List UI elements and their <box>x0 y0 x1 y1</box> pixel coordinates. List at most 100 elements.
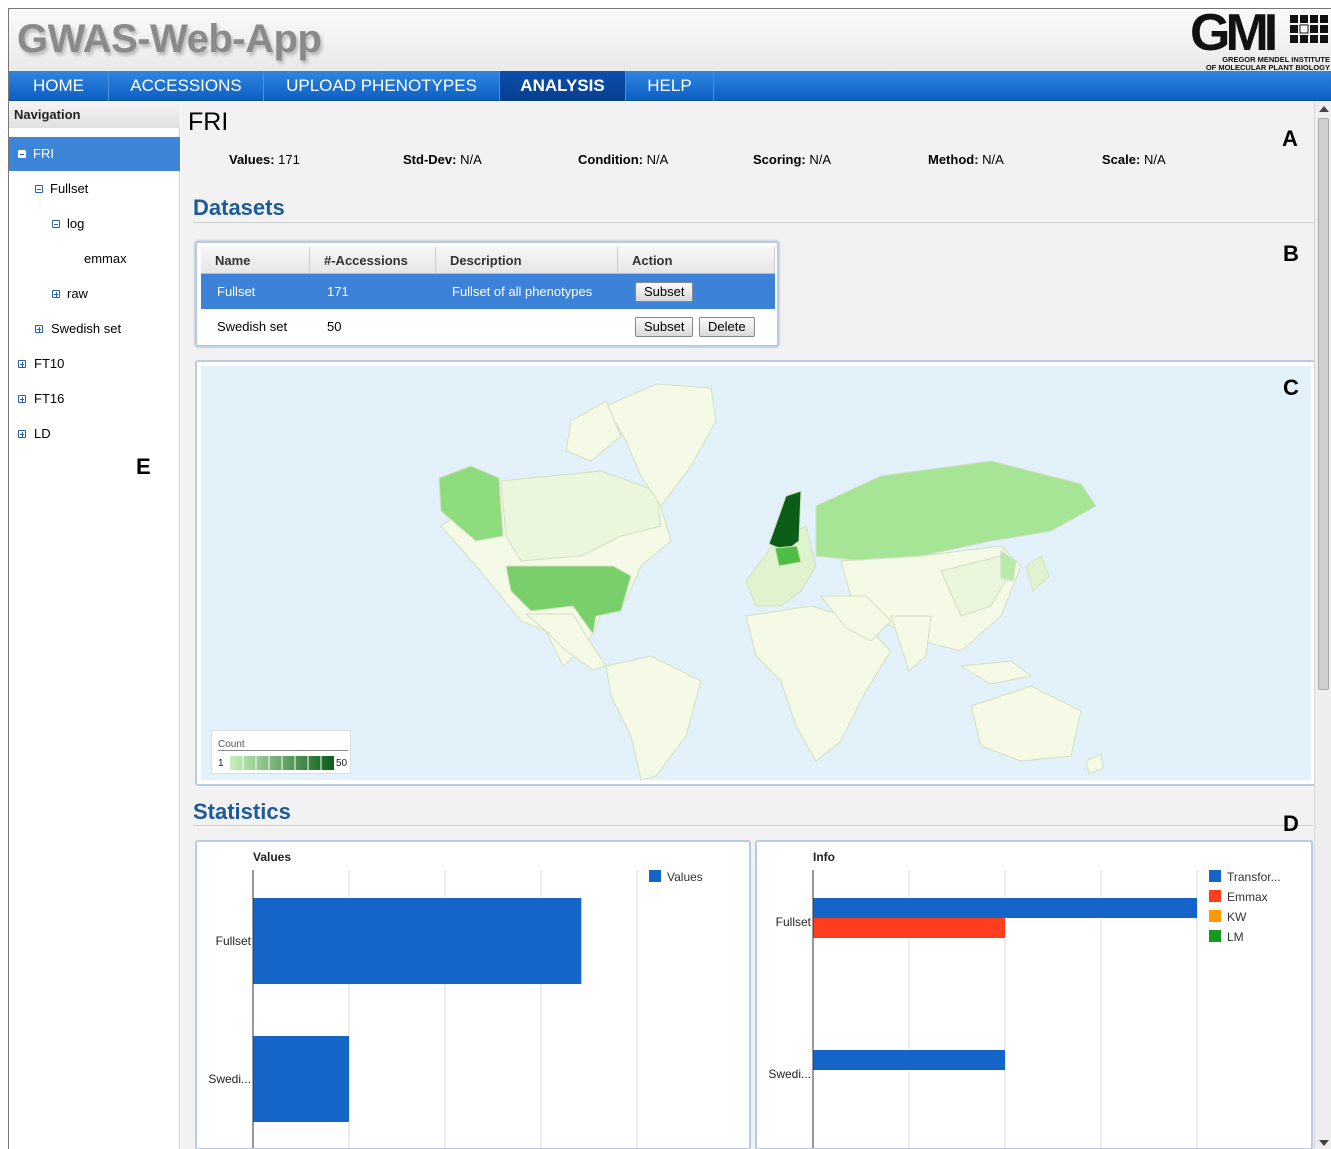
scroll-up-arrow-icon[interactable] <box>1319 106 1329 112</box>
panel-label-a: A <box>1282 126 1298 151</box>
category-label: Swedi... <box>768 1067 811 1081</box>
legend-swatch <box>1209 930 1221 942</box>
prop-method: Method: N/A <box>928 152 1004 167</box>
bar[interactable] <box>253 1036 349 1122</box>
tree-node-ld[interactable]: LD <box>9 417 180 451</box>
panel-label-c: C <box>1283 375 1299 400</box>
tree-node-label: FT10 <box>34 356 65 371</box>
tree-node-label: Fullset <box>50 181 89 196</box>
info-chart-panel: Info Fullset Swedi... Transfor... Emmax KW LM <box>755 840 1313 1149</box>
cell-description: Fullset of all phenotypes <box>452 284 593 299</box>
map-legend: Count 1 50 <box>211 730 351 774</box>
app-header: GWAS-Web-App GMI GREGOR MENDEL INSTITUTE… <box>9 9 1331 72</box>
expand-icon[interactable] <box>35 325 43 333</box>
chart-title: Values <box>253 850 291 864</box>
expand-icon[interactable] <box>18 360 26 368</box>
geo-map-panel: Count 1 50 <box>195 360 1317 786</box>
prop-std-dev: Std-Dev: N/A <box>403 152 482 167</box>
legend-color-scale <box>230 756 334 770</box>
tree-node-label: LD <box>34 426 51 441</box>
scroll-down-arrow-icon[interactable] <box>1319 1140 1329 1146</box>
legend-label: Transfor... <box>1227 870 1281 884</box>
tree-node-fri[interactable]: FRI <box>9 137 180 171</box>
subset-button[interactable]: Subset <box>635 282 694 302</box>
prop-values: Values: 171 <box>229 152 300 167</box>
bar[interactable] <box>813 1050 1005 1070</box>
app-window: GWAS-Web-App GMI GREGOR MENDEL INSTITUTE… <box>8 8 1331 1149</box>
legend-swatch <box>649 870 661 882</box>
prop-scoring: Scoring: N/A <box>753 152 832 167</box>
section-divider <box>193 222 1313 223</box>
table-row[interactable]: Swedish set 50 Subset Delete <box>201 309 775 344</box>
tree-node-emmax[interactable]: emmax <box>9 242 180 276</box>
section-divider <box>193 825 1313 826</box>
collapse-icon[interactable] <box>35 185 43 193</box>
tree-node-label: log <box>67 216 85 231</box>
bar[interactable] <box>813 898 1197 918</box>
cell-name: Swedish set <box>217 319 288 334</box>
legend-max-label: 50 <box>336 758 348 769</box>
expand-icon[interactable] <box>52 290 60 298</box>
nav-tab-upload-phenotypes[interactable]: UPLOAD PHENOTYPES <box>264 71 500 101</box>
category-label: Swedi... <box>208 1072 251 1086</box>
main-content: FRI A Values: 171 Std-Dev: N/A Condition… <box>181 102 1317 1149</box>
nav-tab-analysis[interactable]: ANALYSIS <box>500 71 626 101</box>
prop-condition: Condition: N/A <box>578 152 669 167</box>
column-header-accessions[interactable]: #-Accessions <box>310 247 436 274</box>
column-header-name[interactable]: Name <box>201 247 310 274</box>
tree-node-label: FRI <box>33 146 54 161</box>
legend-min-label: 1 <box>218 758 224 769</box>
expand-icon[interactable] <box>18 430 26 438</box>
legend-label: Emmax <box>1227 890 1268 904</box>
tree-node-raw[interactable]: raw <box>9 277 180 311</box>
bar[interactable] <box>253 898 582 984</box>
table-row[interactable]: Fullset 171 Fullset of all phenotypes Su… <box>201 274 775 309</box>
legend-swatch <box>1209 910 1221 922</box>
nav-tab-home[interactable]: HOME <box>9 71 109 101</box>
subset-button[interactable]: Subset <box>635 317 694 337</box>
cell-name: Fullset <box>217 284 256 299</box>
tree-node-label: Swedish set <box>51 321 122 336</box>
legend-swatch <box>1209 890 1221 902</box>
category-label: Fullset <box>776 915 812 929</box>
tree-node-fullset[interactable]: Fullset <box>9 172 180 206</box>
cell-accessions: 171 <box>327 284 349 299</box>
tree-node-log[interactable]: log <box>9 207 180 241</box>
statistics-heading: Statistics <box>193 799 291 824</box>
cell-accessions: 50 <box>327 319 342 334</box>
column-header-description[interactable]: Description <box>436 247 618 274</box>
datasets-heading: Datasets <box>193 195 285 220</box>
delete-button[interactable]: Delete <box>699 317 755 337</box>
tree-node-label: emmax <box>84 251 127 266</box>
legend-title: Count <box>218 739 348 751</box>
bar[interactable] <box>813 918 1005 938</box>
tree-node-ft10[interactable]: FT10 <box>9 347 180 381</box>
legend-label: KW <box>1227 910 1247 924</box>
navigation-sidebar: Navigation FRI Fullset log emmax raw Swe… <box>9 102 180 1149</box>
tree-node-swedish-set[interactable]: Swedish set <box>9 312 180 346</box>
datasets-table: Name #-Accessions Description Action Ful… <box>195 241 779 347</box>
tree-node-ft16[interactable]: FT16 <box>9 382 180 416</box>
collapse-icon[interactable] <box>52 220 60 228</box>
scroll-thumb[interactable] <box>1318 118 1329 690</box>
collapse-icon[interactable] <box>18 150 26 158</box>
main-nav-bar: HOME ACCESSIONS UPLOAD PHENOTYPES ANALYS… <box>9 71 1331 101</box>
world-choropleth-map[interactable] <box>201 366 1311 780</box>
column-header-action[interactable]: Action <box>618 247 775 274</box>
expand-icon[interactable] <box>18 395 26 403</box>
category-label: Fullset <box>216 934 252 948</box>
info-bar-chart: Info Fullset Swedi... Transfor... Emmax KW LM <box>768 850 1281 1148</box>
app-title: GWAS-Web-App <box>17 17 322 61</box>
prop-scale: Scale: N/A <box>1102 152 1166 167</box>
values-chart-panel: Values Fullset Swedi... Values <box>195 840 751 1149</box>
vertical-scrollbar[interactable] <box>1314 102 1331 1149</box>
nav-tab-accessions[interactable]: ACCESSIONS <box>109 71 264 101</box>
nav-tab-help[interactable]: HELP <box>626 71 714 101</box>
page-title: FRI <box>188 108 229 136</box>
chart-title: Info <box>813 850 835 864</box>
sidebar-header: Navigation <box>9 102 180 128</box>
legend-swatch <box>1209 870 1221 882</box>
logo-dot-grid-icon <box>1290 15 1328 43</box>
tree-node-label: raw <box>67 286 88 301</box>
legend-label: Values <box>667 870 703 884</box>
